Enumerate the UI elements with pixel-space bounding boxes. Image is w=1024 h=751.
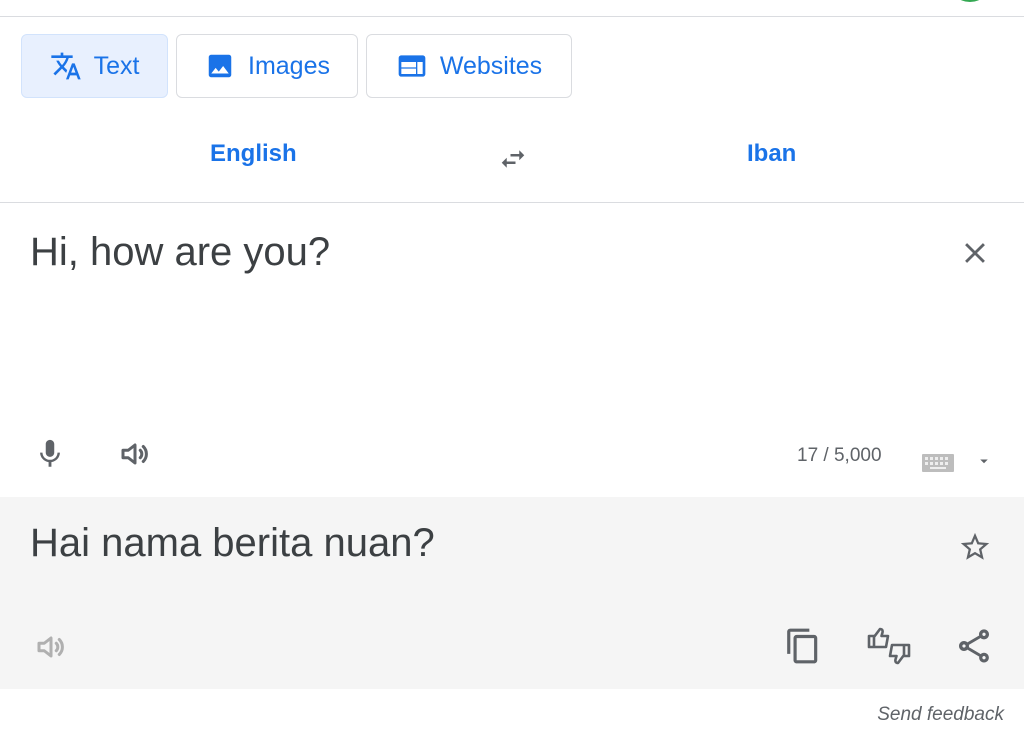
language-bar: English Iban bbox=[0, 126, 1024, 192]
source-text-input[interactable]: Hi, how are you? bbox=[30, 230, 330, 275]
tab-images-label: Images bbox=[248, 51, 330, 80]
share-icon bbox=[959, 629, 989, 663]
share-translation-button[interactable] bbox=[952, 625, 996, 667]
copy-icon bbox=[787, 628, 818, 664]
keyboard-menu-button[interactable] bbox=[973, 450, 995, 472]
tab-websites-label: Websites bbox=[439, 51, 543, 80]
keyboard-button[interactable] bbox=[921, 450, 955, 474]
translate-page: Text Images Websites English Iban Hi, ho… bbox=[0, 0, 1024, 751]
keyboard-icon bbox=[922, 454, 954, 472]
caret-down-icon bbox=[980, 459, 988, 464]
speaker-icon bbox=[121, 443, 148, 465]
star-icon bbox=[960, 532, 990, 560]
listen-source-button[interactable] bbox=[114, 434, 156, 474]
voice-input-button[interactable] bbox=[30, 434, 70, 474]
header-divider bbox=[0, 16, 1024, 17]
language-divider bbox=[0, 202, 1024, 203]
save-translation-button[interactable] bbox=[955, 527, 995, 567]
copy-translation-button[interactable] bbox=[782, 625, 824, 667]
avatar[interactable] bbox=[948, 0, 992, 2]
thumbs-up-down-icon bbox=[867, 627, 911, 665]
swap-languages-button[interactable] bbox=[492, 140, 534, 178]
close-icon bbox=[965, 243, 985, 263]
character-count: 17 / 5,000 bbox=[797, 445, 882, 466]
clear-button[interactable] bbox=[955, 233, 995, 273]
tab-websites[interactable]: Websites bbox=[366, 34, 572, 98]
rate-translation-button[interactable] bbox=[862, 625, 916, 667]
tab-text-label: Text bbox=[93, 51, 140, 80]
translate-icon bbox=[50, 50, 82, 82]
swap-icon bbox=[501, 150, 525, 168]
speaker-icon bbox=[37, 636, 64, 658]
tab-text[interactable]: Text bbox=[21, 34, 168, 98]
microphone-icon bbox=[40, 439, 60, 467]
translated-text: Hai nama berita nuan? bbox=[30, 521, 435, 565]
listen-translation-button[interactable] bbox=[30, 627, 72, 667]
image-icon bbox=[204, 50, 236, 82]
mode-tabs: Text Images Websites bbox=[21, 34, 572, 98]
target-language-button[interactable]: Iban bbox=[747, 140, 796, 168]
website-icon bbox=[396, 50, 428, 82]
source-language-button[interactable]: English bbox=[210, 140, 297, 168]
translation-output-panel: Hai nama berita nuan? bbox=[0, 497, 1024, 689]
tab-images[interactable]: Images bbox=[176, 34, 358, 98]
send-feedback-link[interactable]: Send feedback bbox=[877, 704, 1004, 726]
